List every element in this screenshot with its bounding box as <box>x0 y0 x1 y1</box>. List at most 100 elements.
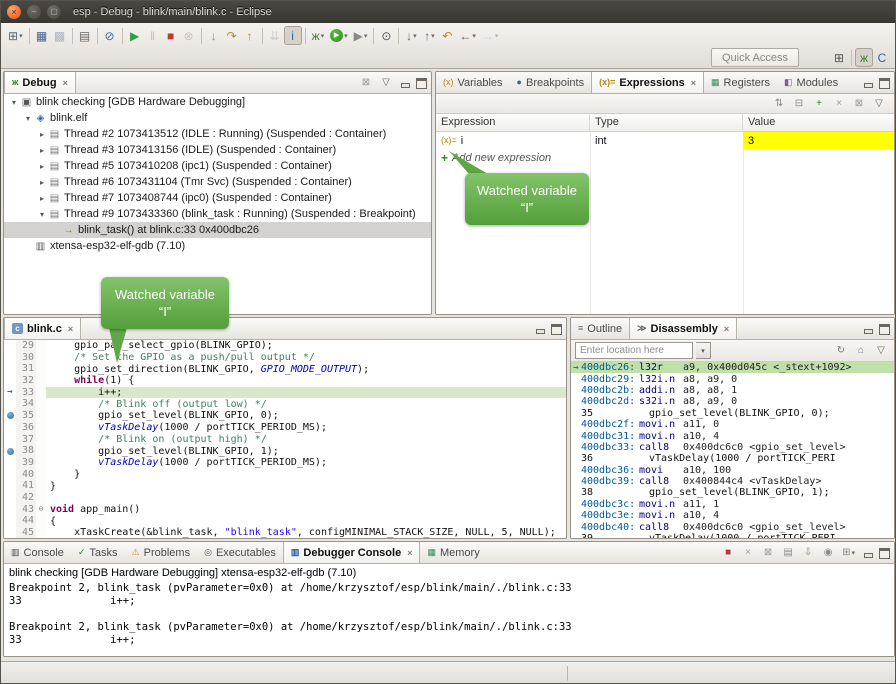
forward-icon[interactable]: →▾ <box>479 26 502 45</box>
remove-launch-icon[interactable]: × <box>739 544 757 563</box>
code-line[interactable]: 31 gpio_set_direction(BLINK_GPIO, GPIO_M… <box>4 363 566 375</box>
disassembly-line[interactable]: →400dbc26:l32ra9, 0x400d045c <_stext+109… <box>571 362 894 373</box>
breakpoint-icon[interactable] <box>7 412 14 419</box>
disassembly-line[interactable]: 400dbc3c:movi.na11, 1 <box>571 499 894 510</box>
maximize-icon[interactable] <box>416 78 427 89</box>
view-tab-memory[interactable]: ▦Memory <box>420 542 486 563</box>
annotation-gutter[interactable] <box>4 434 16 446</box>
view-tab-console[interactable]: ▥Console <box>4 542 71 563</box>
debug-tree-item[interactable]: →blink_task() at blink.c:33 0x400dbc26 <box>4 222 431 238</box>
step-into-icon[interactable]: ↓ <box>205 26 223 45</box>
breakpoint-icon[interactable] <box>7 448 14 455</box>
debug-tool-icon[interactable]: ж▾ <box>309 26 328 45</box>
close-tab-icon[interactable]: × <box>63 78 68 88</box>
code-line[interactable]: 34 /* Blink off (output low) */ <box>4 398 566 410</box>
view-tab-modules[interactable]: ◧Modules <box>777 72 845 93</box>
disassembly-line[interactable]: 400dbc40:call80x400dc6c0 <gpio_set_level… <box>571 521 894 532</box>
expander-icon[interactable]: ▾ <box>8 98 20 107</box>
maximize-icon[interactable] <box>551 324 562 335</box>
add-expression-row[interactable]: +Add new expression <box>436 149 894 166</box>
view-tab-variables[interactable]: (x)Variables <box>436 72 510 93</box>
view-tab-outline[interactable]: ≡Outline <box>571 318 629 339</box>
open-console-icon[interactable]: ⊞▾ <box>839 544 858 563</box>
location-dropdown-icon[interactable]: ▾ <box>696 342 711 359</box>
code-line[interactable]: 40 } <box>4 469 566 481</box>
view-tab-executables[interactable]: ◎Executables <box>197 542 283 563</box>
debug-tree-item[interactable]: ▾▣blink checking [GDB Hardware Debugging… <box>4 94 431 110</box>
view-tab-debugger-console[interactable]: ▥Debugger Console× <box>283 542 421 563</box>
expander-icon[interactable]: ▸ <box>36 178 48 187</box>
annotation-gutter[interactable] <box>4 422 16 434</box>
code-line[interactable]: 35 gpio_set_level(BLINK_GPIO, 0); <box>4 410 566 422</box>
code-line[interactable]: 29 gpio_pad_select_gpio(BLINK_GPIO); <box>4 340 566 352</box>
disassembly-line[interactable]: 400dbc2b:addi.na8, a8, 1 <box>571 385 894 396</box>
annotation-gutter[interactable] <box>4 480 16 492</box>
code-line[interactable]: 36 vTaskDelay(1000 / portTICK_PERIOD_MS)… <box>4 422 566 434</box>
code-line[interactable]: 32 while(1) { <box>4 375 566 387</box>
window-minimize-button[interactable]: – <box>27 5 41 19</box>
annotation-gutter[interactable] <box>4 398 16 410</box>
annotation-gutter[interactable] <box>4 352 16 364</box>
view-tab-tasks[interactable]: ✓Tasks <box>71 542 125 563</box>
save-icon[interactable]: ▦ <box>33 26 51 45</box>
annotation-gutter[interactable] <box>4 515 16 527</box>
debug-tree-item[interactable]: ▸▤Thread #5 1073410208 (ipc1) (Suspended… <box>4 158 431 174</box>
previous-annotation-icon[interactable]: ↑▾ <box>420 26 438 45</box>
minimize-icon[interactable] <box>863 78 874 89</box>
open-perspective-icon[interactable]: ⊞ <box>830 48 848 67</box>
column-type[interactable]: Type <box>590 114 743 131</box>
expander-icon[interactable]: ▾ <box>36 210 48 219</box>
expander-icon[interactable]: ▸ <box>36 130 48 139</box>
window-close-button[interactable]: × <box>7 5 21 19</box>
disassembly-line[interactable]: 400dbc31:movi.na10, 4 <box>571 430 894 441</box>
close-tab-icon[interactable]: × <box>68 324 73 334</box>
debug-tree-item[interactable]: ▸▤Thread #6 1073431104 (Tmr Svc) (Suspen… <box>4 174 431 190</box>
debug-tree-item[interactable]: ▸▤Thread #2 1073413512 (IDLE : Running) … <box>4 126 431 142</box>
disassembly-line[interactable]: 400dbc39:call80x400844c4 <vTaskDelay> <box>571 476 894 487</box>
instruction-stepping-icon[interactable]: i <box>284 26 302 45</box>
skip-all-breakpoints-icon[interactable]: ⊘ <box>101 26 119 45</box>
disassembly-line[interactable]: 400dbc3e:movi.na10, 4 <box>571 510 894 521</box>
disassembly-line[interactable]: 38gpio_set_level(BLINK_GPIO, 1); <box>571 487 894 498</box>
close-tab-icon[interactable]: × <box>724 324 729 334</box>
step-over-icon[interactable]: ↷ <box>223 26 241 45</box>
disassembly-line[interactable]: 35gpio_set_level(BLINK_GPIO, 0); <box>571 408 894 419</box>
titlebar[interactable]: × – ▢ esp - Debug - blink/main/blink.c -… <box>1 1 895 23</box>
code-line[interactable]: 30 /* Set the GPIO as a push/pull output… <box>4 352 566 364</box>
view-menu-icon[interactable]: ▽ <box>872 341 890 360</box>
show-type-names-icon[interactable]: ⇅ <box>770 94 788 113</box>
disassembly-line[interactable]: 36vTaskDelay(1000 / portTICK_PERI <box>571 453 894 464</box>
scroll-lock-icon[interactable]: ⇩ <box>799 544 817 563</box>
annotation-gutter[interactable] <box>4 445 16 457</box>
debug-tree-item[interactable]: ▸▤Thread #7 1073408744 (ipc0) (Suspended… <box>4 190 431 206</box>
debug-perspective-button[interactable]: ж <box>855 48 873 67</box>
expander-icon[interactable]: ▸ <box>36 162 48 171</box>
disassembly-line[interactable]: 400dbc2f:movi.na11, 0 <box>571 419 894 430</box>
code-editor[interactable]: 29 gpio_pad_select_gpio(BLINK_GPIO);30 /… <box>4 340 566 538</box>
code-line[interactable]: 43⊖void app_main() <box>4 504 566 516</box>
disassembly-line[interactable]: 400dbc33:call80x400dc6c0 <gpio_set_level… <box>571 442 894 453</box>
terminate-console-icon[interactable]: ■ <box>719 544 737 563</box>
annotation-gutter[interactable] <box>4 504 16 516</box>
remove-all-launches-icon[interactable]: ⊠ <box>759 544 777 563</box>
code-line[interactable]: 41} <box>4 480 566 492</box>
run-icon[interactable]: ▶▾ <box>327 26 351 45</box>
view-tab-expressions[interactable]: (x)=Expressions× <box>591 72 704 93</box>
location-input[interactable]: Enter location here <box>575 342 693 359</box>
resume-icon[interactable]: ▶ <box>126 26 144 45</box>
expression-row[interactable]: (x)=iint3 <box>436 132 894 149</box>
search-icon[interactable]: ⊙ <box>377 26 395 45</box>
refresh-icon[interactable]: ↻ <box>832 341 850 360</box>
minimize-icon[interactable] <box>400 78 411 89</box>
window-maximize-button[interactable]: ▢ <box>47 5 61 19</box>
annotation-gutter[interactable] <box>4 527 16 538</box>
print-icon[interactable]: ▤ <box>76 26 94 45</box>
annotation-gutter[interactable] <box>4 375 16 387</box>
tab-debug[interactable]: ж Debug × <box>4 72 76 93</box>
clear-console-icon[interactable]: ▤ <box>779 544 797 563</box>
debug-tree-item[interactable]: ▸▤Thread #3 1073413156 (IDLE) (Suspended… <box>4 142 431 158</box>
debug-tree-item[interactable]: ▾◈blink.elf <box>4 110 431 126</box>
expander-icon[interactable]: ▾ <box>22 114 34 123</box>
disassembly-line[interactable]: 400dbc29:l32i.na8, a9, 0 <box>571 373 894 384</box>
minimize-icon[interactable] <box>863 548 874 559</box>
